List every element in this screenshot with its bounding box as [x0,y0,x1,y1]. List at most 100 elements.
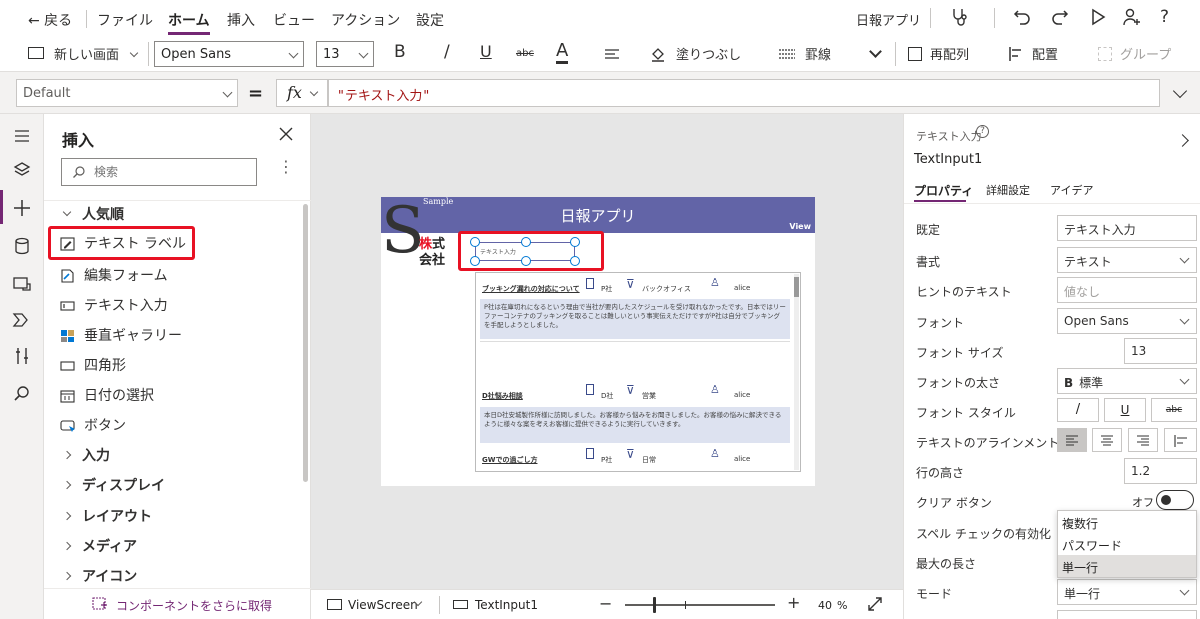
reorder-button[interactable]: 再配列 [930,44,969,63]
resize-handle[interactable] [470,256,480,266]
fx-button[interactable]: fx [276,79,328,107]
app-screen[interactable]: 日報アプリ View S Sample 株式 会社 テキスト入力 ブッキング漏れ… [381,197,815,486]
redo-icon[interactable] [1050,7,1070,27]
menu-action[interactable]: アクション [331,10,400,30]
zoom-out-button[interactable]: − [599,594,612,613]
resize-handle[interactable] [570,237,580,247]
insert-item-text-input[interactable]: テキスト入力 [60,294,168,318]
strikethrough-toggle[interactable]: abc [1151,398,1197,422]
gallery-row[interactable]: GWでの過ごし方 P社 ⊽ 日常 ♙ alice [476,447,792,471]
zoom-in-button[interactable]: + [787,593,800,612]
vertical-gallery[interactable]: ブッキング漏れの対応について P社 ⊽ バックオフィス ♙ alice P社は在… [475,272,801,472]
tab-ideas[interactable]: アイデア [1050,182,1093,198]
insert-item-button[interactable]: ボタン [60,414,126,438]
text-align-icon[interactable] [604,48,622,62]
align-left-toggle[interactable] [1057,428,1087,452]
chevron-right-icon[interactable] [1176,134,1189,147]
insert-item-vertical-gallery[interactable]: 垂直ギャラリー [60,324,182,348]
prop-line-height-input[interactable]: 1.2 [1124,458,1197,484]
strikethrough-button[interactable]: abc [516,48,534,59]
font-size-dropdown[interactable]: 13 [316,41,374,67]
menu-settings[interactable]: 設定 [416,10,444,30]
gallery-scrollbar[interactable] [794,274,799,470]
category-input[interactable]: 入力 [60,445,110,467]
bold-button[interactable]: B [394,42,406,62]
justify-toggle[interactable] [1164,428,1197,452]
layers-icon[interactable] [12,160,32,180]
resize-handle[interactable] [470,237,480,247]
undo-icon[interactable] [1012,7,1032,27]
prop-font-weight-dropdown[interactable]: B 標準 [1057,368,1197,394]
play-icon[interactable] [1088,7,1108,27]
border-button[interactable]: 罫線 [805,44,831,63]
italic-button[interactable]: / [444,42,450,62]
zoom-slider-thumb[interactable] [653,597,656,613]
insert-item-rectangle[interactable]: 四角形 [60,354,126,378]
menu-view[interactable]: ビュー [273,10,315,30]
align-right-toggle[interactable] [1128,428,1158,452]
category-media[interactable]: メディア [60,536,137,558]
search-box[interactable] [61,158,257,186]
new-screen-button[interactable]: 新しい画面 [54,44,119,63]
category-display[interactable]: ディスプレイ [60,475,165,497]
power-automate-icon[interactable] [12,310,32,330]
resize-handle[interactable] [570,256,580,266]
scrollbar[interactable] [303,204,308,482]
group-button[interactable]: グループ [1120,44,1171,63]
insert-item-edit-form[interactable]: 編集フォーム [60,264,168,288]
category-layout[interactable]: レイアウト [60,506,152,528]
data-icon[interactable] [12,236,32,256]
gallery-row[interactable]: ブッキング漏れの対応について P社 ⊽ バックオフィス ♙ alice P社は在… [476,273,792,383]
hamburger-icon[interactable] [12,126,32,146]
italic-toggle[interactable]: / [1057,398,1099,422]
align-button[interactable]: 配置 [1032,44,1058,63]
prop-font-size-input[interactable]: 13 [1124,338,1197,364]
menu-file[interactable]: ファイル [97,10,153,30]
help-icon[interactable]: ? [1160,7,1169,27]
search-input[interactable] [94,163,244,181]
category-popular[interactable]: 人気順 [60,204,124,226]
mode-option-selected[interactable]: 単一行 [1058,555,1196,577]
underline-button[interactable]: U [480,42,492,61]
tab-advanced[interactable]: 詳細設定 [986,182,1030,198]
menu-home[interactable]: ホーム [168,10,210,30]
insert-item-date-picker[interactable]: 日付の選択 [60,384,154,408]
prop-mode-dropdown[interactable]: 単一行 [1057,579,1197,605]
underline-toggle[interactable]: U [1104,398,1146,422]
stethoscope-icon[interactable] [950,7,970,27]
property-dropdown[interactable]: Default [16,79,238,107]
prop-format-dropdown[interactable]: テキスト [1057,247,1197,273]
help-icon[interactable]: ? [976,125,989,138]
clear-button-toggle[interactable] [1156,490,1194,510]
formula-input[interactable]: "テキスト入力" [328,79,1160,107]
control-selector[interactable]: TextInput1 [475,598,538,612]
next-property-dropdown[interactable] [1057,610,1197,619]
media-icon[interactable] [12,274,32,294]
expand-toolbar-icon[interactable] [869,45,882,58]
prop-font-dropdown[interactable]: Open Sans [1057,308,1197,334]
font-dropdown[interactable]: Open Sans [154,41,304,67]
close-icon[interactable] [278,126,294,142]
align-center-toggle[interactable] [1092,428,1122,452]
tools-icon[interactable] [12,346,32,366]
fill-button[interactable]: 塗りつぶし [676,44,741,63]
more-options-icon[interactable]: ⋮ [278,159,294,175]
screen-selector[interactable]: ViewScreen [348,598,418,612]
add-user-icon[interactable] [1122,7,1142,27]
prop-default-input[interactable]: テキスト入力 [1057,215,1197,241]
expand-formula-icon[interactable] [1172,83,1188,99]
category-icons[interactable]: アイコン [60,566,137,588]
back-button[interactable]: ← 戻る [28,10,72,30]
mode-option[interactable]: パスワード [1058,533,1196,555]
font-color-button[interactable]: A [556,41,569,64]
resize-handle[interactable] [521,237,531,247]
menu-insert[interactable]: 挿入 [227,10,255,30]
prop-hint-input[interactable]: 値なし [1057,277,1197,303]
mode-option[interactable]: 複数行 [1058,511,1196,533]
get-more-components-link[interactable]: コンポーネントをさらに取得 [116,597,272,614]
insert-plus-icon[interactable] [12,198,32,218]
search-icon[interactable] [12,384,32,404]
tab-properties[interactable]: プロパティ [914,182,973,199]
fit-to-window-icon[interactable] [867,596,883,612]
zoom-slider[interactable] [625,604,775,606]
